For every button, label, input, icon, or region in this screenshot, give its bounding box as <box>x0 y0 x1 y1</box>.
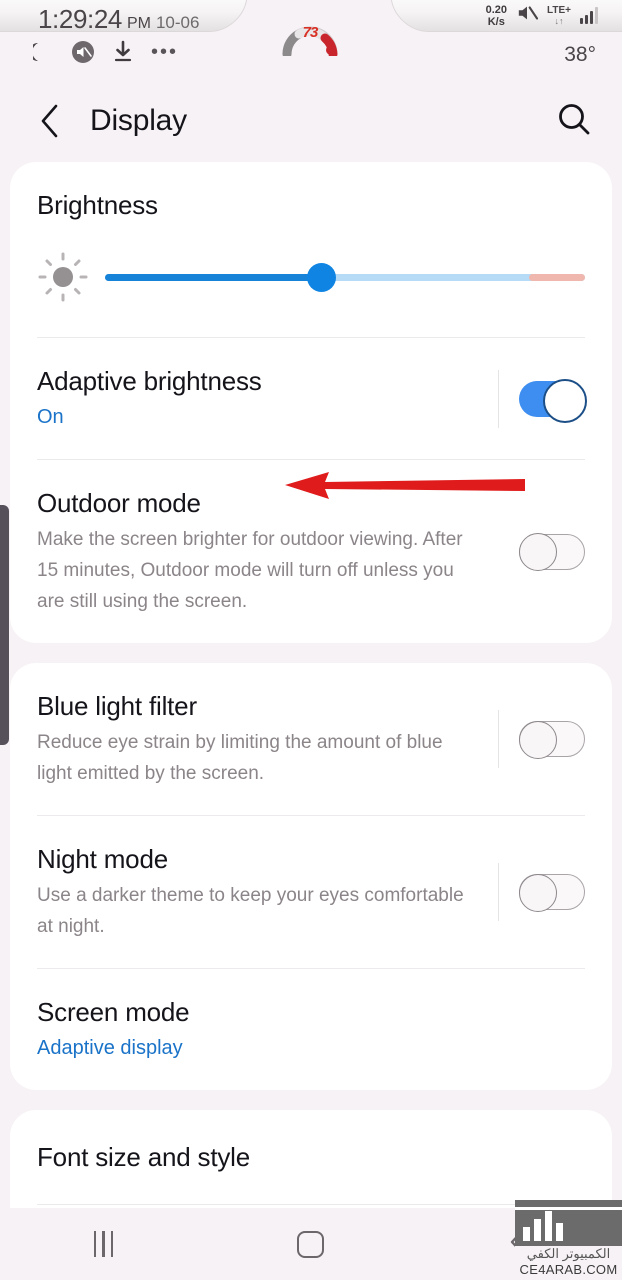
volume-mute-icon <box>516 3 539 28</box>
slider-fill <box>105 273 323 281</box>
adaptive-brightness-toggle-cell <box>478 369 587 428</box>
brightness-slider[interactable] <box>105 262 585 292</box>
watermark-arabic-text: الكمبيوتر الكفي <box>515 1246 622 1262</box>
setting-row-outdoor-mode[interactable]: Outdoor mode Make the screen brighter fo… <box>10 460 612 643</box>
brightness-title: Brightness <box>37 190 158 220</box>
watermark-logo-bar <box>515 1207 622 1210</box>
more-notifications-icon: ••• <box>151 41 179 63</box>
night-mode-description: Use a darker theme to keep your eyes com… <box>37 885 464 937</box>
toggle-divider <box>498 863 499 921</box>
font-size-and-style-title: Font size and style <box>37 1142 250 1172</box>
network-type-label: LTE+ <box>547 4 571 16</box>
setting-row-adaptive-brightness[interactable]: Adaptive brightness On <box>10 338 612 459</box>
brightness-slider-row[interactable] <box>10 221 612 337</box>
status-bar-clock-group: 1:29:24 PM 10-06 <box>38 4 199 35</box>
network-speed-value: 0.20 <box>485 3 508 16</box>
status-bar-right-icons: 0.20 K/s LTE+ ↓↑ <box>486 3 598 28</box>
network-speed-indicator: 0.20 K/s <box>486 4 507 28</box>
outdoor-mode-toggle-cell <box>499 533 585 571</box>
adaptive-brightness-toggle[interactable] <box>519 378 587 423</box>
night-mode-text: Night mode Use a darker theme to keep yo… <box>37 842 478 942</box>
status-clock-time: 1:29:24 <box>38 4 122 34</box>
setting-row-blue-light-filter[interactable]: Blue light filter Reduce eye strain by l… <box>10 663 612 815</box>
status-clock-ampm: PM <box>126 15 151 32</box>
setting-row-font-size-and-style[interactable]: Font size and style <box>10 1110 612 1204</box>
battery-percentage-label: 73 <box>302 24 319 41</box>
watermark-logo-bars <box>523 1211 563 1241</box>
recents-icon <box>93 1231 114 1257</box>
network-speed-unit: K/s <box>487 15 505 28</box>
slider-thumb[interactable] <box>307 262 337 292</box>
display-filters-card: Blue light filter Reduce eye strain by l… <box>10 663 612 1090</box>
watermark-logo-icon <box>515 1200 622 1246</box>
back-button[interactable] <box>30 101 70 141</box>
settings-scroll-area[interactable]: Brightness Adaptive brightness On Outdoo… <box>0 162 622 1280</box>
brightness-card: Brightness Adaptive brightness On Outdoo… <box>10 162 612 643</box>
outdoor-mode-text: Outdoor mode Make the screen brighter fo… <box>37 486 499 617</box>
outdoor-mode-title: Outdoor mode <box>37 488 201 518</box>
outdoor-mode-description: Make the screen brighter for outdoor vie… <box>37 529 463 612</box>
toggle-divider <box>498 369 499 428</box>
setting-row-night-mode[interactable]: Night mode Use a darker theme to keep yo… <box>10 816 612 968</box>
outdoor-mode-toggle[interactable] <box>518 533 585 571</box>
volume-mute-circle-icon <box>71 40 95 64</box>
night-mode-title: Night mode <box>37 844 168 874</box>
status-bar-notification-icons: ••• <box>33 40 178 64</box>
watermark-site-url: CE4ARAB.COM <box>515 1262 622 1280</box>
home-icon <box>297 1230 325 1258</box>
blue-light-filter-title: Blue light filter <box>37 691 197 721</box>
recents-button[interactable] <box>59 1216 149 1272</box>
screen-mode-text: Screen mode Adaptive display <box>37 995 585 1064</box>
blue-light-filter-toggle-cell <box>478 710 585 768</box>
signal-bars-icon <box>580 7 598 24</box>
battery-percentage-ring: 73 <box>281 12 339 59</box>
data-transfer-arrows: ↓↑ <box>554 15 564 26</box>
network-type-indicator: LTE+ ↓↑ <box>547 5 571 27</box>
screen-mode-value: Adaptive display <box>37 1037 183 1059</box>
screen-mode-title: Screen mode <box>37 997 190 1027</box>
adaptive-brightness-status: On <box>37 406 64 428</box>
temperature-label: 38° <box>564 43 596 66</box>
app-bar: Display <box>0 80 622 162</box>
slider-high-range <box>528 273 585 281</box>
night-mode-toggle-cell <box>478 863 585 921</box>
adaptive-brightness-title: Adaptive brightness <box>37 366 262 396</box>
brightness-section-header: Brightness <box>10 162 612 221</box>
brightness-sun-icon <box>37 251 89 303</box>
search-button[interactable] <box>552 99 596 143</box>
toggle-divider <box>498 710 499 768</box>
home-button[interactable] <box>266 1216 356 1272</box>
page-title: Display <box>90 104 187 137</box>
blue-light-filter-text: Blue light filter Reduce eye strain by l… <box>37 689 478 789</box>
status-bar: 1:29:24 PM 10-06 73 0.20 K/s LTE+ ↓↑ •••… <box>0 0 622 80</box>
scrollbar-thumb[interactable] <box>0 505 9 745</box>
blue-light-filter-description: Reduce eye strain by limiting the amount… <box>37 732 443 784</box>
blue-light-filter-toggle[interactable] <box>518 720 585 759</box>
night-mode-toggle[interactable] <box>518 873 585 912</box>
adaptive-brightness-text: Adaptive brightness On <box>37 364 478 433</box>
setting-row-screen-mode[interactable]: Screen mode Adaptive display <box>10 969 612 1090</box>
watermark: الكمبيوتر الكفي CE4ARAB.COM <box>515 1200 622 1280</box>
crescent-moon-icon <box>33 41 53 63</box>
status-clock-date: 10-06 <box>155 13 200 32</box>
download-icon <box>113 40 133 64</box>
search-icon <box>557 102 591 141</box>
